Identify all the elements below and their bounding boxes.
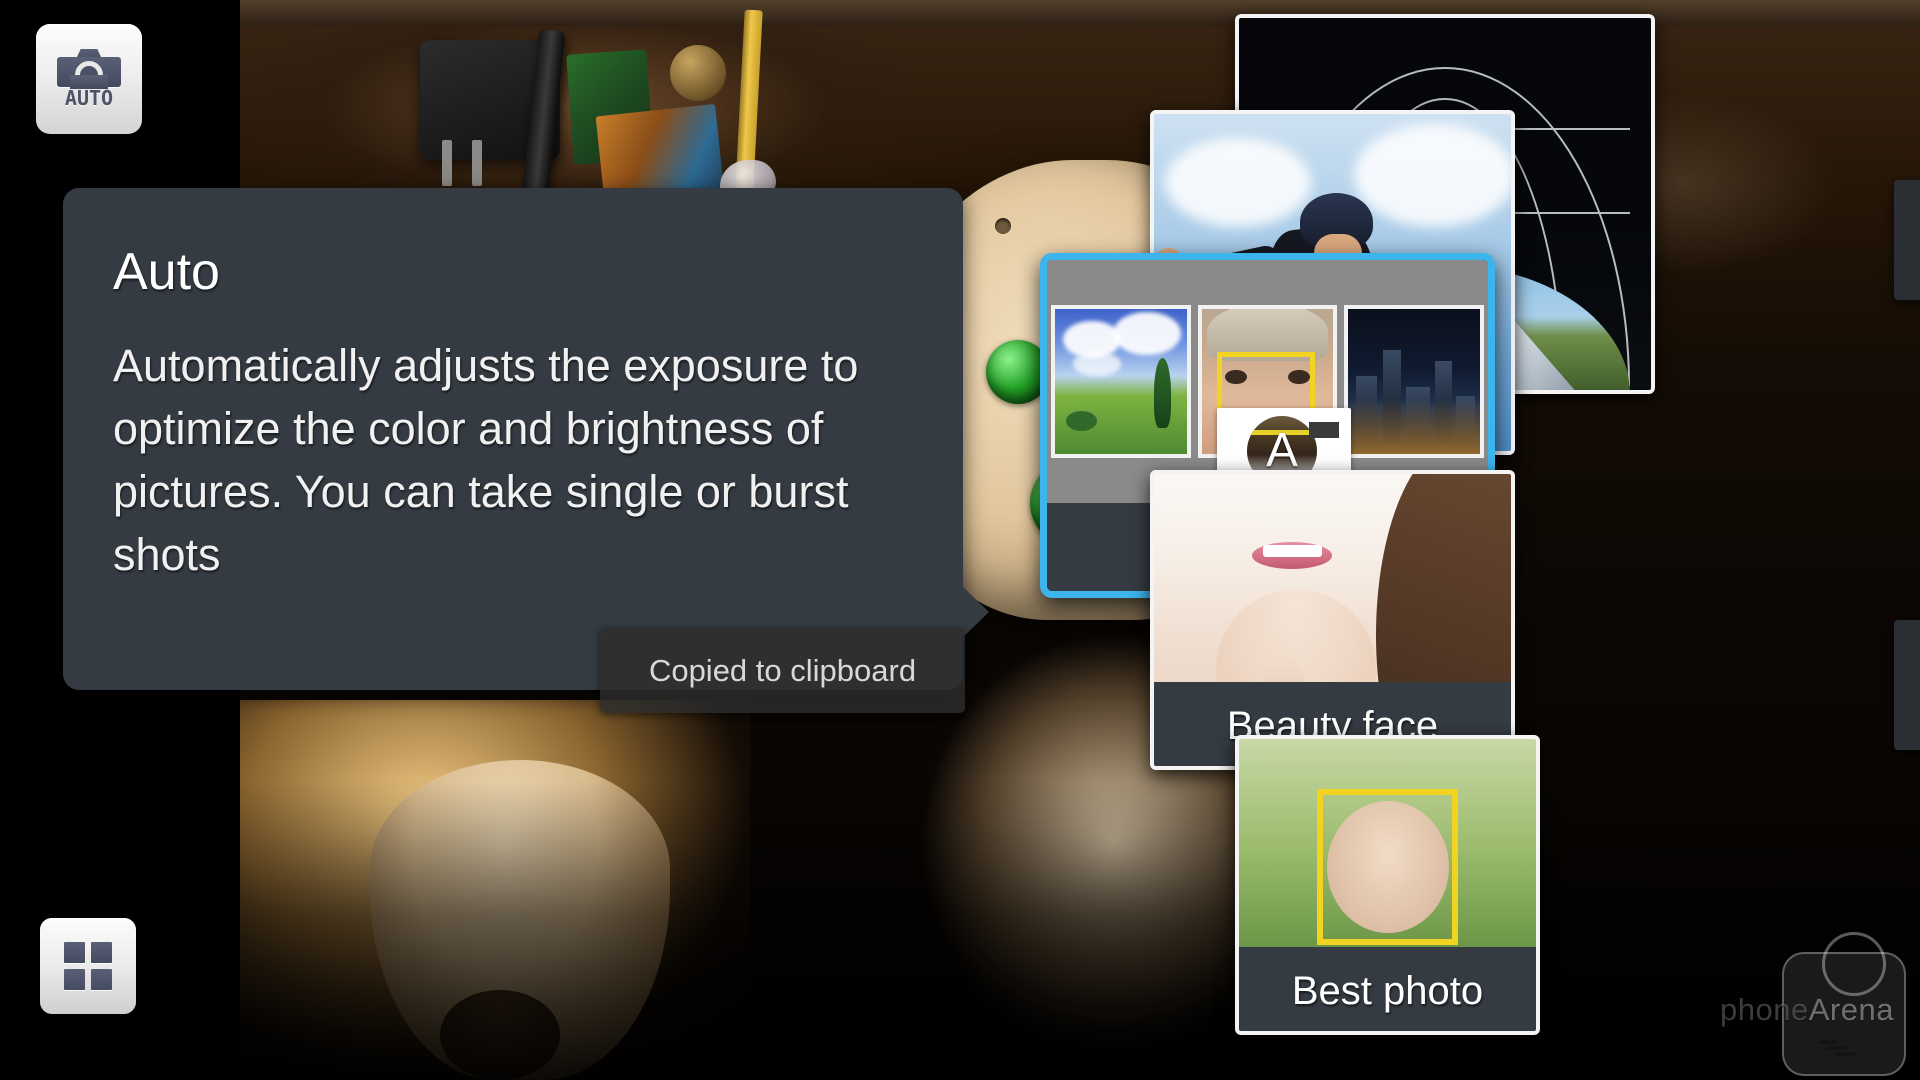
face-detection-box [1317, 789, 1458, 945]
grid-cell [91, 969, 112, 990]
clipboard-toast: Copied to clipboard [600, 628, 965, 713]
grid-modes-icon[interactable] [40, 918, 136, 1014]
flash-indicator-icon [1309, 422, 1339, 438]
grid-cell [91, 942, 112, 963]
tooltip-pointer-arrow [962, 586, 989, 638]
grid-cell [64, 969, 85, 990]
camera-auto-icon: AUTO [57, 45, 121, 113]
mode-description-tooltip: Auto Automatically adjusts the exposure … [63, 188, 989, 690]
current-mode-button[interactable]: AUTO [36, 24, 142, 134]
watermark-arena: Arena [1808, 992, 1894, 1027]
mode-tile-edge[interactable] [1894, 620, 1920, 750]
mode-tile-edge[interactable] [1894, 180, 1920, 300]
mode-badge-label: AUTO [64, 86, 114, 110]
mode-tile-label: Best photo [1235, 947, 1540, 1035]
tooltip-title: Auto [113, 243, 220, 301]
thumb-landscape [1051, 304, 1191, 459]
mode-tile-best-photo[interactable]: Best photo [1235, 735, 1540, 1035]
thumb-night-city [1344, 304, 1485, 459]
shooting-mode-carousel[interactable]: A Auto Beauty face Best ph [1040, 0, 1920, 1080]
watermark-phone: phone [1720, 992, 1809, 1027]
viewfinder-object-coin [670, 45, 726, 101]
watermark-text: phoneArena [1720, 992, 1894, 1028]
grid-cell [64, 942, 85, 963]
camera-app-screen: AUTO Auto Automatically adjusts the expo… [0, 0, 1920, 1080]
mode-tile-beauty-face[interactable]: Beauty face [1150, 470, 1515, 770]
tooltip-description: Automatically adjusts the exposure to op… [113, 340, 859, 580]
toast-message: Copied to clipboard [648, 652, 917, 688]
